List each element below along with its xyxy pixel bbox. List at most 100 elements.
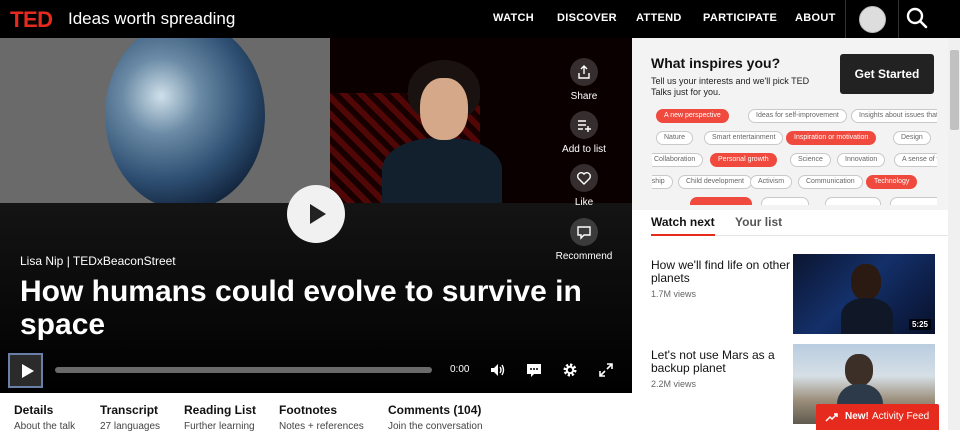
speaker-face (420, 78, 468, 140)
recommend-icon (570, 218, 598, 246)
duration-badge: 5:25 (908, 319, 931, 330)
captions-button[interactable] (525, 361, 543, 379)
rec-thumbnail[interactable]: 5:25 (793, 254, 935, 334)
player-controls: 0:00 (0, 351, 632, 393)
user-avatar[interactable] (859, 6, 886, 33)
tab-transcript[interactable]: Transcript 27 languages (100, 403, 160, 432)
search-button[interactable] (905, 6, 941, 32)
tab-title: Comments (104) (388, 403, 482, 417)
chip-insights-issues[interactable]: Insights about issues that (851, 109, 937, 123)
tab-title: Footnotes (279, 403, 337, 417)
chip-smart-entertainment[interactable]: Smart entertainment (704, 131, 784, 145)
chip-activism[interactable]: Activism (750, 175, 793, 189)
play-button[interactable] (8, 353, 43, 388)
chip-partial[interactable] (690, 197, 752, 205)
tab-subtitle: Join the conversation (388, 421, 483, 432)
add-to-list-button[interactable]: Add to list (549, 111, 619, 155)
add-to-list-label: Add to list (562, 144, 606, 155)
inspire-subtitle: Tell us your interests and we'll pick TE… (651, 76, 810, 97)
chip-design[interactable]: Design (893, 131, 931, 145)
chip-a-new-perspective[interactable]: A new perspective (656, 109, 729, 123)
new-label: New! (845, 411, 869, 422)
volume-icon (491, 364, 505, 376)
chip-partial[interactable] (825, 197, 881, 205)
tab-watch-next[interactable]: Watch next (651, 215, 715, 229)
play-icon (310, 204, 326, 224)
activity-feed-label: Activity Feed (872, 411, 930, 422)
tab-subtitle: 27 languages (100, 421, 161, 432)
rec-views: 2.2M views (651, 379, 697, 389)
nav-discover[interactable]: DISCOVER (557, 12, 617, 24)
tab-title: Transcript (100, 403, 159, 417)
tab-your-list[interactable]: Your list (735, 215, 782, 229)
progress-bar[interactable] (55, 367, 432, 373)
nav-participate[interactable]: PARTICIPATE (703, 12, 777, 24)
search-icon (906, 7, 928, 29)
tab-subtitle: Notes + references (279, 421, 364, 432)
top-navigation-bar: TED Ideas worth spreading WATCH DISCOVER… (0, 0, 960, 38)
get-started-button[interactable]: Get Started (840, 54, 934, 94)
nav-divider (845, 0, 846, 38)
speaker-figure (845, 354, 873, 386)
chip-child-development[interactable]: Child development (678, 175, 752, 189)
fullscreen-icon (599, 363, 613, 377)
tab-footnotes[interactable]: Footnotes Notes + references (279, 403, 364, 432)
chip-science[interactable]: Science (790, 153, 831, 167)
speaker-figure (841, 298, 893, 334)
chip-collaboration[interactable]: Collaboration (652, 153, 704, 167)
tab-details[interactable]: Details About the talk (14, 403, 75, 432)
time-readout: 0:00 (450, 364, 470, 375)
chip-innovation[interactable]: Innovation (837, 153, 886, 167)
scrollbar-thumb[interactable] (950, 50, 959, 130)
settings-button[interactable] (561, 361, 579, 379)
play-icon (22, 364, 34, 378)
tagline: Ideas worth spreading (68, 9, 236, 28)
tab-subtitle: Further learning (184, 421, 255, 432)
nav-watch[interactable]: WATCH (493, 12, 534, 24)
chip-partial[interactable] (890, 197, 937, 205)
video-player[interactable]: Share Add to list Like Recommend Lisa Ni… (0, 38, 632, 393)
gear-icon (563, 363, 577, 377)
share-button[interactable]: Share (549, 58, 619, 102)
tab-subtitle: About the talk (14, 421, 76, 432)
share-label: Share (570, 91, 598, 102)
inspire-title: What inspires you? (651, 55, 781, 71)
ted-logo[interactable]: TED (10, 7, 53, 33)
nav-attend[interactable]: ATTEND (636, 12, 682, 24)
like-label: Like (574, 197, 594, 208)
nav-divider (898, 0, 899, 38)
tab-reading-list[interactable]: Reading List Further learning (184, 403, 256, 432)
chip-technology[interactable]: Technology (866, 175, 918, 189)
chip-inspiration-motivation[interactable]: Inspiration or motivation (786, 131, 877, 145)
rec-title[interactable]: How we'll find life on other planets (651, 259, 791, 285)
interest-chips: A new perspective Ideas for self-improve… (652, 109, 937, 205)
tab-comments[interactable]: Comments (104) Join the conversation (388, 403, 483, 432)
chip-leadership[interactable]: Leadership (652, 175, 673, 189)
chip-sense-of-wonder[interactable]: A sense of wonder (894, 153, 937, 167)
recommend-button[interactable]: Recommend (549, 218, 619, 262)
volume-button[interactable] (489, 361, 507, 379)
rec-title[interactable]: Let's not use Mars as a backup planet (651, 349, 791, 375)
chip-communication[interactable]: Communication (798, 175, 863, 189)
add-to-list-icon (570, 111, 598, 139)
sidebar-panel: What inspires you? Tell us your interest… (632, 38, 960, 430)
big-play-button[interactable] (287, 185, 345, 243)
chip-personal-growth[interactable]: Personal growth (710, 153, 777, 167)
trending-icon (825, 413, 838, 422)
activity-feed-button[interactable]: New! Activity Feed (816, 404, 939, 430)
rec-views: 1.7M views (651, 289, 697, 299)
recommend-label: Recommend (555, 251, 613, 262)
like-button[interactable]: Like (549, 164, 619, 208)
captions-icon (527, 364, 541, 377)
speaker-event[interactable]: Lisa Nip | TEDxBeaconStreet (20, 254, 176, 268)
chip-nature[interactable]: Nature (656, 131, 694, 145)
chip-ideas-self-improvement[interactable]: Ideas for self-improvement (748, 109, 847, 123)
share-icon (570, 58, 598, 86)
chip-partial[interactable] (761, 197, 809, 205)
nav-about[interactable]: ABOUT (795, 12, 836, 24)
tab-title: Reading List (184, 403, 257, 417)
speaker-figure (851, 264, 881, 300)
heart-icon (570, 164, 598, 192)
fullscreen-button[interactable] (597, 361, 615, 379)
tab-title: Details (14, 403, 54, 417)
